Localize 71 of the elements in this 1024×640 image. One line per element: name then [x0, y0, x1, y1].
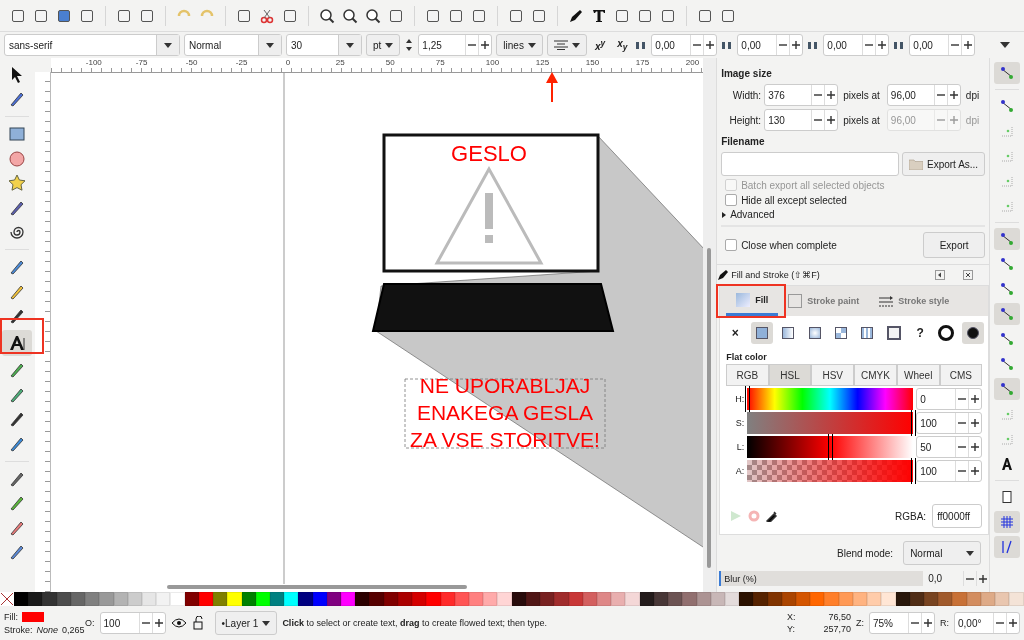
subscript-toggle[interactable]: x$_{y}$: [613, 38, 632, 52]
blur-field[interactable]: 0,0: [925, 573, 964, 584]
color-mode-tab[interactable]: HSL: [768, 364, 812, 386]
slider-label: A:: [734, 466, 745, 476]
line-unit-dropdown[interactable]: lines: [496, 34, 543, 56]
dpi-label: dpi: [964, 114, 981, 126]
y-label: Y:: [787, 624, 795, 634]
blend-mode-dropdown[interactable]: Normal: [903, 541, 982, 565]
y-coordinate: 257,70: [823, 624, 851, 634]
stroke-width-value: 0,265: [62, 624, 85, 635]
pixels-at-label: pixels at: [842, 89, 881, 101]
status-message: Click to select or create text, drag to create flowed text; then type.: [282, 618, 549, 628]
layer-dropdown[interactable]: •Layer 1: [214, 611, 278, 635]
ruler-label: -25: [234, 58, 248, 67]
rotation-label: R:: [940, 618, 949, 628]
advanced-expander[interactable]: Advanced: [730, 209, 775, 220]
color-mode-tab[interactable]: Wheel: [896, 364, 940, 386]
unset-paint-button[interactable]: ?: [909, 322, 932, 344]
blur-label: Blur (%): [724, 573, 757, 584]
warning-message-line: ENAKEGA GESLA: [416, 401, 593, 424]
stroke-label: Stroke:: [4, 624, 33, 635]
ruler-label: 100: [484, 58, 500, 67]
unit-dropdown[interactable]: pt: [366, 34, 401, 56]
ruler-label: 150: [584, 58, 600, 67]
width-label: Width:: [731, 89, 762, 101]
export-button[interactable]: Export: [923, 232, 986, 258]
rgba-field[interactable]: ff0000ff: [932, 504, 983, 528]
stroke-tab[interactable]: Stroke paint: [778, 286, 870, 316]
color-mode-tab[interactable]: RGB: [726, 364, 769, 386]
flat-color-label: Flat color: [725, 352, 768, 362]
ruler-label: 175: [634, 58, 650, 67]
x-coordinate: 76,50: [828, 612, 851, 622]
ruler-label: -75: [134, 58, 148, 67]
rgba-label: RGBA:: [894, 510, 927, 522]
section-title: Image size: [721, 68, 773, 79]
fill-tab[interactable]: Fill: [726, 286, 779, 316]
none-paint-button[interactable]: ×: [724, 322, 747, 344]
ruler-label: 50: [384, 58, 395, 67]
color-mode-tab[interactable]: CMS: [939, 364, 983, 386]
ruler-label: -50: [184, 58, 198, 67]
pixels-at-label: pixels at: [842, 114, 881, 126]
ruler-label: 75: [434, 58, 445, 67]
superscript-toggle[interactable]: x$^{y}$: [590, 37, 610, 53]
zoom-label: Z:: [856, 618, 864, 628]
height-label: Height:: [728, 114, 762, 126]
dpi-label: dpi: [964, 89, 981, 101]
slider-label: S:: [734, 418, 745, 428]
slider-label: H:: [734, 394, 745, 404]
fill-label: Fill:: [4, 611, 18, 622]
color-mode-tab[interactable]: CMYK: [854, 364, 897, 386]
ruler-label: -100: [84, 58, 102, 67]
ruler-label: 200: [684, 58, 700, 67]
ruler-label: 25: [334, 58, 345, 67]
dialog-title: Fill and Stroke (⇧⌘F): [731, 270, 821, 280]
export-as-button[interactable]: Export As...: [902, 152, 986, 176]
filename-label: Filename: [721, 136, 766, 147]
opacity-label: O:: [85, 618, 95, 628]
x-label: X:: [787, 612, 796, 622]
color-mode-tab[interactable]: HSV: [811, 364, 854, 386]
checkbox-label: Hide all except selected: [741, 194, 847, 206]
slider-label: L:: [735, 442, 745, 452]
stroke-value: None: [36, 624, 59, 635]
checkbox-label: Close when complete: [741, 239, 837, 251]
warning-message-line: ZA VSE STORITVE!: [409, 428, 600, 451]
checkbox-label: Batch export all selected objects: [741, 179, 885, 191]
blend-mode-label: Blend mode:: [837, 547, 894, 559]
ruler-label: 0: [284, 58, 291, 67]
style-tab[interactable]: Stroke style: [869, 286, 960, 316]
warning-message-line: NE UPORABLJAJ: [419, 374, 590, 397]
screen-title: GESLO: [450, 141, 527, 166]
ruler-label: 125: [534, 58, 550, 67]
